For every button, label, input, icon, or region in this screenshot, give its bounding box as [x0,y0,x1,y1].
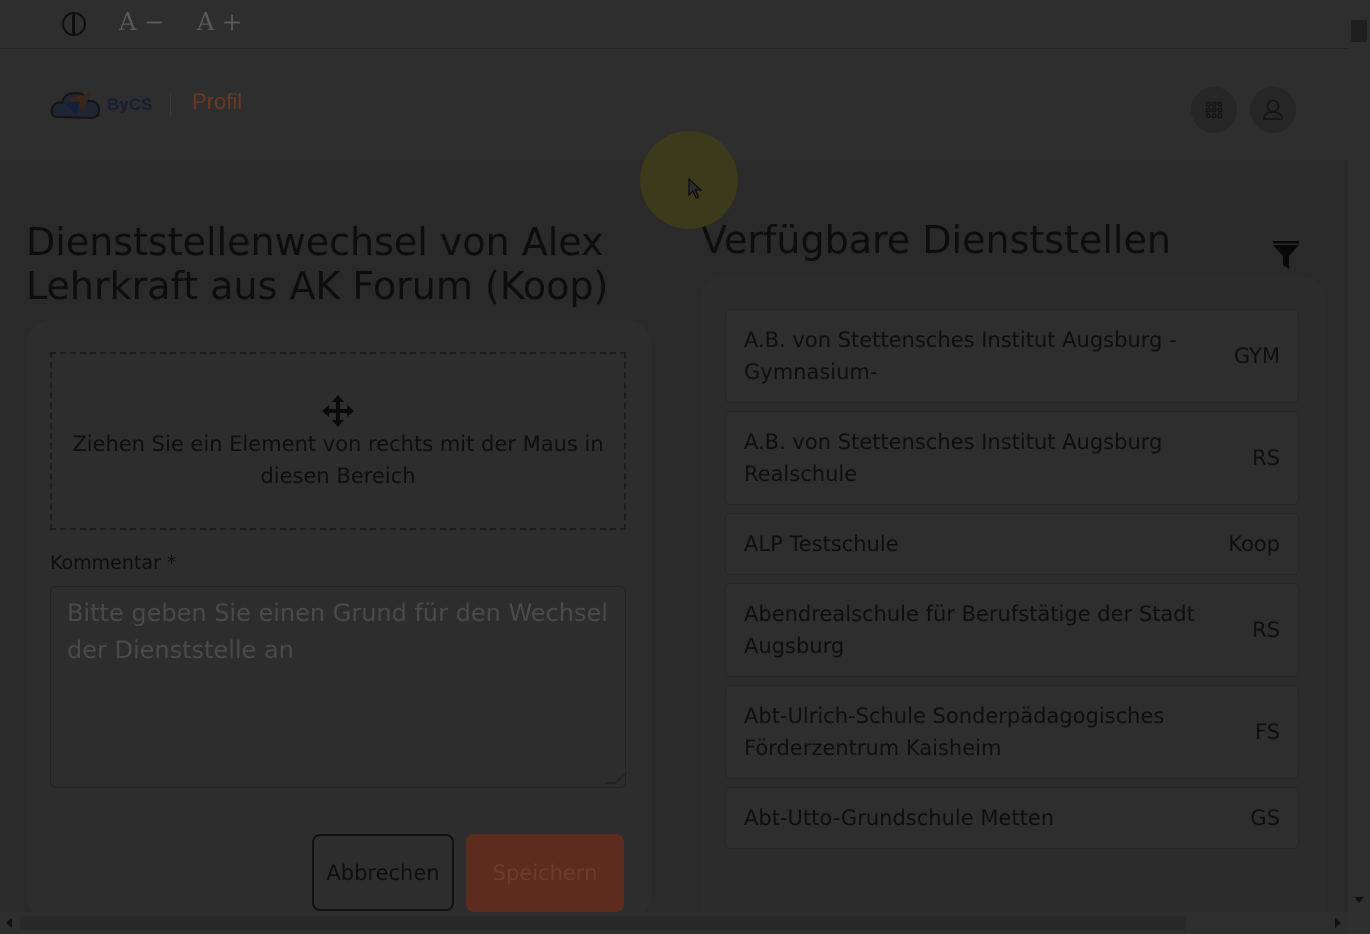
dienststelle-type: Koop [1228,532,1280,556]
drop-zone-text: Ziehen Sie ein Element von rechts mit de… [72,432,604,488]
grid-icon [1205,101,1223,119]
dienststelle-type: GS [1250,806,1280,830]
dienststelle-name: Abendrealschule für Berufstätige der Sta… [744,602,1195,658]
filter-icon[interactable] [1271,241,1301,271]
dienststelle-name: ALP Testschule [744,532,899,556]
available-list-panel: A.B. von Stettensches Institut Augsburg … [701,277,1327,912]
page-title: Dienststellenwechsel von Alex Lehrkraft … [26,220,609,308]
vertical-scrollbar[interactable] [1348,0,1370,912]
dienststellen-list: A.B. von Stettensches Institut Augsburg … [725,309,1299,857]
apps-menu-button[interactable] [1191,87,1237,133]
cloud-logo-icon [50,91,101,120]
dienststelle-item[interactable]: Abt-Ulrich-Schule Sonderpädagogisches Fö… [725,685,1299,779]
transfer-form-card: Ziehen Sie ein Element von rechts mit de… [26,320,652,920]
accessibility-bar: A − A + [0,0,1348,49]
scroll-down-arrow-icon[interactable] [1354,897,1364,903]
dienststelle-type: RS [1252,618,1280,642]
drop-zone[interactable]: Ziehen Sie ein Element von rechts mit de… [50,352,626,530]
cancel-button[interactable]: Abbrechen [312,834,454,911]
scroll-right-arrow-icon[interactable] [1335,918,1341,928]
dienststelle-name: Abt-Ulrich-Schule Sonderpädagogisches Fö… [744,704,1165,760]
contrast-toggle-icon[interactable] [62,12,86,36]
dienststelle-item[interactable]: ALP Testschule Koop [725,513,1299,575]
move-icon [322,395,354,427]
dienststelle-type: FS [1254,720,1280,744]
dienststelle-type: GYM [1233,344,1280,368]
dienststelle-name: A.B. von Stettensches Institut Augsburg … [744,328,1177,384]
font-decrease-button[interactable]: A − [119,8,164,36]
user-menu-button[interactable] [1250,87,1296,133]
resize-handle[interactable] [604,772,628,784]
comment-placeholder: Bitte geben Sie einen Grund für den Wech… [67,599,608,664]
scroll-left-arrow-icon[interactable] [6,918,12,928]
dienststelle-type: RS [1252,446,1280,470]
logo-text: ByCS [107,95,153,114]
comment-textarea[interactable]: Bitte geben Sie einen Grund für den Wech… [50,586,628,788]
horizontal-scroll-thumb[interactable] [20,916,1186,930]
dienststelle-name: A.B. von Stettensches Institut Augsburg … [744,430,1163,486]
section-title: Profil [192,89,243,114]
bycs-logo[interactable]: ByCS [50,87,160,123]
user-icon [1263,99,1283,120]
dienststelle-item[interactable]: A.B. von Stettensches Institut Augsburg … [725,309,1299,403]
comment-label: Kommentar * [50,552,177,574]
horizontal-scrollbar[interactable] [0,912,1348,934]
dienststelle-item[interactable]: Abt-Utto-Grundschule Metten GS [725,787,1299,849]
header-divider [170,94,171,116]
font-increase-button[interactable]: A + [197,8,242,36]
dienststelle-name: Abt-Utto-Grundschule Metten [744,806,1055,830]
dienststelle-item[interactable]: Abendrealschule für Berufstätige der Sta… [725,583,1299,677]
save-button[interactable]: Speichern [466,834,624,912]
available-title: Verfügbare Dienststellen [701,218,1171,262]
vertical-scroll-thumb[interactable] [1351,20,1367,42]
mouse-cursor-icon [688,178,703,199]
dienststelle-item[interactable]: A.B. von Stettensches Institut Augsburg … [725,411,1299,505]
